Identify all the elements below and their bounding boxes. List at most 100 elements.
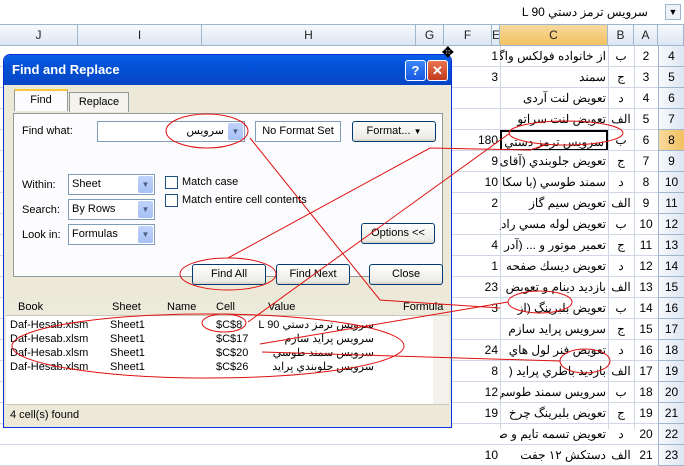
cell-b[interactable]: الف	[608, 361, 634, 382]
cell-c[interactable]: دستكش ۱۲ جفت	[500, 445, 608, 466]
chevron-down-icon[interactable]: ▼	[138, 226, 153, 243]
row-header[interactable]: 13	[658, 235, 684, 256]
row-header[interactable]: 17	[658, 319, 684, 340]
select-all-corner[interactable]	[658, 25, 684, 46]
cell-b[interactable]: ب	[608, 298, 634, 319]
cell-a[interactable]: 20	[634, 424, 658, 445]
chevron-down-icon[interactable]: ▼	[138, 201, 153, 218]
cell-b[interactable]: ج	[608, 67, 634, 88]
cell-e[interactable]: 24	[470, 340, 500, 361]
cell-e[interactable]: 10	[470, 172, 500, 193]
search-select[interactable]: By Rows ▼	[68, 199, 155, 220]
cell-e[interactable]	[470, 109, 500, 130]
result-row[interactable]: Daf-Hesab.xlsm Sheet1 $C$8 سرويس ترمز دستي …	[6, 318, 433, 332]
column-header-i[interactable]: I	[78, 25, 202, 46]
row-header[interactable]: 14	[658, 256, 684, 277]
column-header-b[interactable]: B	[608, 25, 634, 46]
within-select[interactable]: Sheet ▼	[68, 174, 155, 195]
cell-e[interactable]: 12	[470, 382, 500, 403]
row-header[interactable]: 20	[658, 382, 684, 403]
column-header-g[interactable]: G	[416, 25, 444, 46]
cell-a[interactable]: 18	[634, 382, 658, 403]
column-header-c[interactable]: C	[500, 25, 608, 46]
cell-e[interactable]: 23	[470, 277, 500, 298]
cell-c[interactable]: از خانواده فولكس واگن	[500, 46, 608, 67]
cell-e[interactable]	[470, 319, 500, 340]
row-header[interactable]: 22	[658, 424, 684, 445]
cell-c[interactable]: بازديد باطري پرايد (	[500, 361, 608, 382]
cell-c[interactable]: تعويض بلبرينگ (از	[500, 298, 608, 319]
lookin-select[interactable]: Formulas ▼	[68, 224, 155, 245]
cell-e[interactable]	[470, 214, 500, 235]
cell-a[interactable]: 4	[634, 88, 658, 109]
cell-c[interactable]: تعمير موتور و ... (آدر	[500, 235, 608, 256]
cell-a[interactable]: 9	[634, 193, 658, 214]
cell-b[interactable]: الف	[608, 109, 634, 130]
cell-c[interactable]: تعويض تسمه تايم و صافي (راد	[500, 424, 608, 445]
close-button[interactable]: Close	[369, 264, 443, 285]
result-row[interactable]: Daf-Hesab.xlsm Sheet1 $C$26 سرويس جلوبندي پ…	[6, 360, 433, 374]
cell-b[interactable]: الف	[608, 193, 634, 214]
row-header[interactable]: 10	[658, 172, 684, 193]
row-header[interactable]: 15	[658, 277, 684, 298]
cell-a[interactable]: 16	[634, 340, 658, 361]
cell-c[interactable]: تعويض بلبرينگ چرخ	[500, 403, 608, 424]
cell-b[interactable]: د	[608, 172, 634, 193]
row-header[interactable]: 7	[658, 109, 684, 130]
formula-bar[interactable]: سرويس ترمز دستي L 90 ▼	[0, 0, 684, 25]
cell-c[interactable]: بازديد دينام و تعويض	[500, 277, 608, 298]
cell-e[interactable]: 3	[470, 298, 500, 319]
tab-replace[interactable]: Replace	[69, 92, 129, 112]
cell-a[interactable]: 5	[634, 109, 658, 130]
cell-a[interactable]: 19	[634, 403, 658, 424]
cell-e[interactable]: 180	[470, 130, 500, 151]
chevron-down-icon[interactable]: ▼	[228, 123, 243, 140]
results-col-formula[interactable]: Formula	[403, 301, 443, 313]
find-what-input[interactable]: سرويس ▼	[97, 121, 245, 142]
match-entire-checkbox[interactable]	[165, 194, 178, 207]
result-row[interactable]: Daf-Hesab.xlsm Sheet1 $C$17 سرويس پرايد ساز…	[6, 332, 433, 346]
row-header[interactable]: 19	[658, 361, 684, 382]
cell-c[interactable]: تعويض لوله مسي رادياتور	[500, 214, 608, 235]
results-col-sheet[interactable]: Sheet	[112, 301, 141, 313]
cell-b[interactable]: ج	[608, 319, 634, 340]
cell-b[interactable]: د	[608, 256, 634, 277]
row-header[interactable]: 9	[658, 151, 684, 172]
cell-c[interactable]: تعويض ديسك صفحه	[500, 256, 608, 277]
format-button[interactable]: Format... ▼	[352, 121, 436, 142]
chevron-down-icon[interactable]: ▼	[138, 176, 153, 193]
cell-e[interactable]	[470, 88, 500, 109]
find-all-button[interactable]: Find All	[192, 264, 266, 285]
cell-b[interactable]: ج	[608, 235, 634, 256]
cell-a[interactable]: 14	[634, 298, 658, 319]
cell-e[interactable]: 2	[470, 193, 500, 214]
cell-b[interactable]: د	[608, 340, 634, 361]
results-col-name[interactable]: Name	[167, 301, 196, 313]
tab-find[interactable]: Find	[14, 89, 68, 111]
cell-b[interactable]: د	[608, 424, 634, 445]
cell-c[interactable]: تعويض جلوبندي (آقای	[500, 151, 608, 172]
cell-c[interactable]: تعويض سيم گاز	[500, 193, 608, 214]
results-col-cell[interactable]: Cell	[216, 301, 235, 313]
cell-e[interactable]: 1	[470, 256, 500, 277]
close-icon[interactable]: ✕	[427, 60, 448, 81]
results-list[interactable]: Daf-Hesab.xlsm Sheet1 $C$8 سرويس ترمز دستي …	[6, 316, 433, 404]
cell-b[interactable]: ب	[608, 46, 634, 67]
column-header-e[interactable]: E	[492, 25, 500, 46]
cell-e[interactable]: 19	[470, 403, 500, 424]
cell-a[interactable]: 17	[634, 361, 658, 382]
cell-b[interactable]: ج	[608, 151, 634, 172]
row-header[interactable]: 18	[658, 340, 684, 361]
cell-a[interactable]: 11	[634, 235, 658, 256]
column-header-a[interactable]: A	[634, 25, 658, 46]
results-col-value[interactable]: Value	[268, 301, 295, 313]
row-header[interactable]: 21	[658, 403, 684, 424]
cell-c[interactable]: تعويض فنر لول هاي	[500, 340, 608, 361]
row-header[interactable]: 6	[658, 88, 684, 109]
column-header-h[interactable]: H	[202, 25, 416, 46]
cell-e[interactable]: 4	[470, 235, 500, 256]
cell-c[interactable]: سرويس سمند طوسي	[500, 382, 608, 403]
cell-b[interactable]: ج	[608, 403, 634, 424]
cell-e[interactable]	[470, 424, 500, 445]
cell-a[interactable]: 2	[634, 46, 658, 67]
